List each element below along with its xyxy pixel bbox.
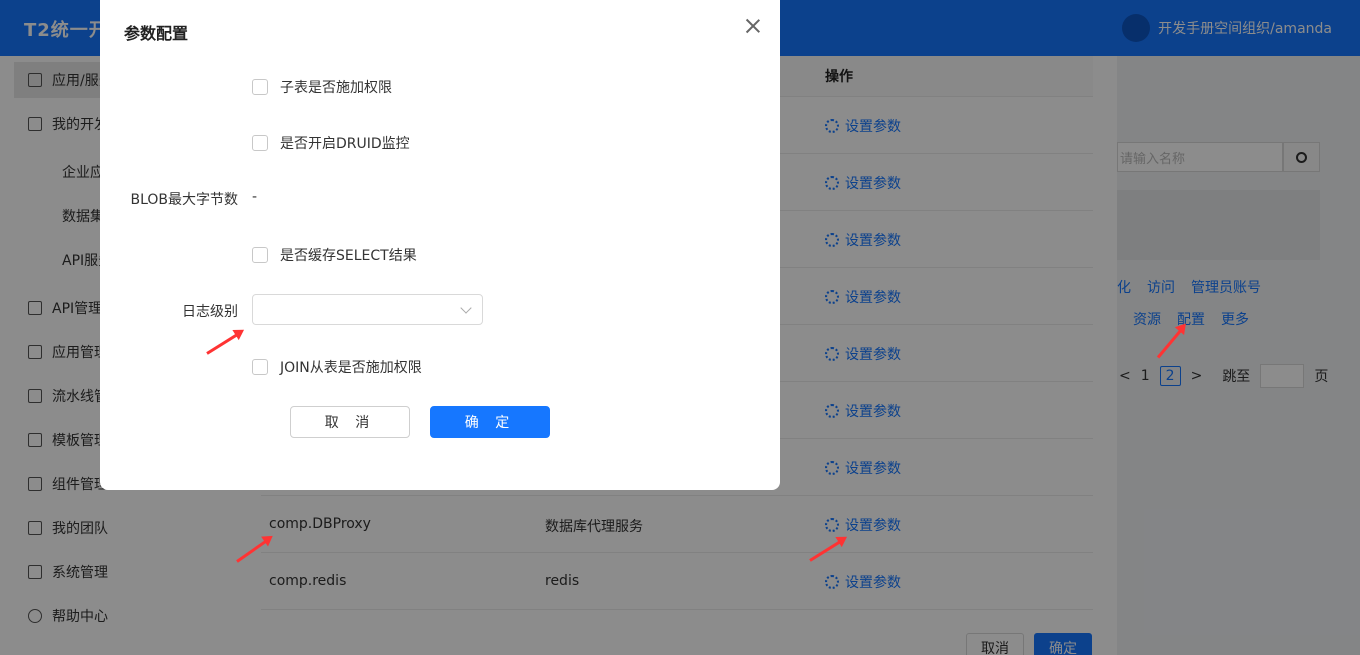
child-auth-checkbox-row[interactable]: 子表是否施加权限 xyxy=(252,77,392,97)
druid-monitor-checkbox[interactable] xyxy=(252,135,268,151)
child-auth-label: 子表是否施加权限 xyxy=(280,80,392,96)
close-icon[interactable] xyxy=(743,16,763,36)
join-auth-checkbox-row[interactable]: JOIN从表是否施加权限 xyxy=(252,357,422,377)
cache-select-checkbox-row[interactable]: 是否缓存SELECT结果 xyxy=(252,245,417,265)
log-level-label: 日志级别 xyxy=(182,304,238,320)
join-auth-checkbox[interactable] xyxy=(252,359,268,375)
blob-max-bytes-label: BLOB最大字节数 xyxy=(130,192,238,208)
child-auth-checkbox[interactable] xyxy=(252,79,268,95)
chevron-down-icon xyxy=(460,302,472,314)
confirm-button[interactable]: 确 定 xyxy=(430,406,550,438)
join-auth-label: JOIN从表是否施加权限 xyxy=(280,360,422,376)
log-level-select[interactable] xyxy=(252,294,483,325)
cache-select-checkbox[interactable] xyxy=(252,247,268,263)
cancel-button[interactable]: 取 消 xyxy=(290,406,410,438)
cache-select-label: 是否缓存SELECT结果 xyxy=(280,248,417,264)
druid-monitor-label: 是否开启DRUID监控 xyxy=(280,136,410,152)
blob-max-bytes-value: - xyxy=(252,189,258,205)
druid-monitor-checkbox-row[interactable]: 是否开启DRUID监控 xyxy=(252,133,410,153)
param-config-modal: 参数配置 子表是否施加权限 是否开启DRUID监控 BLOB最大字节数 - 是否… xyxy=(100,0,780,490)
modal-title: 参数配置 xyxy=(124,24,189,43)
